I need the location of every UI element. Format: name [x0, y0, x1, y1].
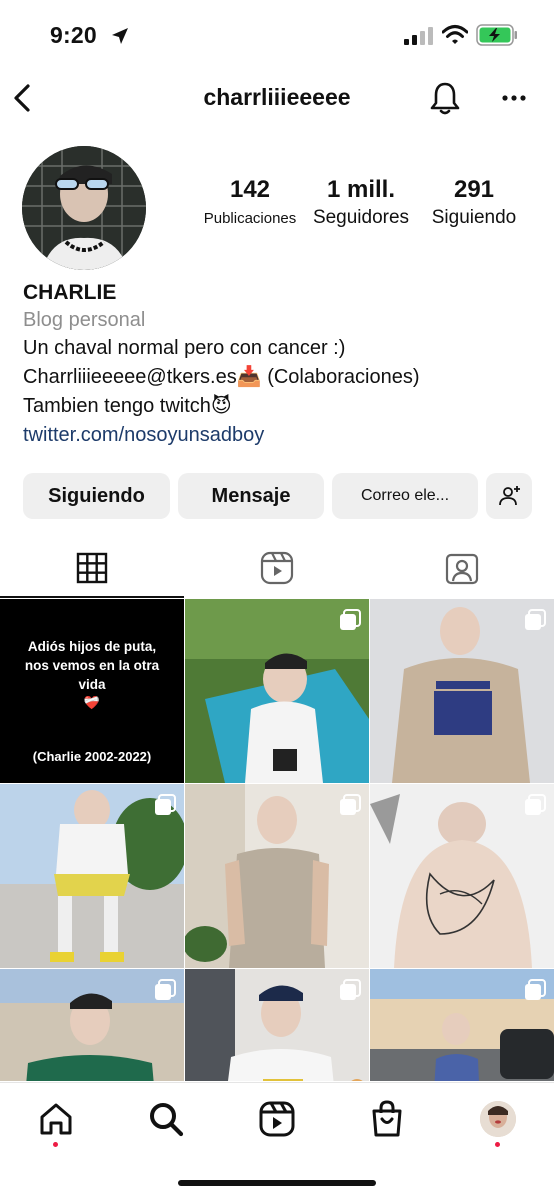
- tab-tagged[interactable]: [370, 538, 554, 598]
- multiple-photos-icon: [155, 794, 176, 815]
- profile-top-nav: charrliiieeeee: [0, 70, 554, 126]
- status-bar: 9:20: [0, 0, 554, 70]
- home-icon[interactable]: [36, 1099, 76, 1139]
- bell-icon[interactable]: [428, 80, 462, 116]
- grid-post-3[interactable]: [370, 599, 554, 783]
- multiple-photos-icon: [340, 979, 361, 1000]
- profile-display-name: CHARLIE: [23, 281, 117, 304]
- grid-icon: [76, 552, 108, 584]
- multiple-photos-icon: [525, 794, 546, 815]
- bio-line-2-suffix: (Colaboraciones): [267, 366, 420, 388]
- location-arrow-icon: [112, 28, 128, 44]
- grid-post-2[interactable]: [185, 599, 369, 783]
- reels-icon[interactable]: [257, 1099, 297, 1139]
- wifi-icon: [442, 25, 468, 44]
- tab-grid[interactable]: [0, 538, 184, 598]
- grid-post-7[interactable]: [0, 969, 184, 1081]
- stat-following-label: Siguiendo: [431, 207, 517, 228]
- multiple-photos-icon: [525, 979, 546, 1000]
- profile-bio: CHARLIE Blog personal Un chaval normal p…: [23, 280, 543, 450]
- grid-post-6[interactable]: [370, 784, 554, 968]
- multiple-photos-icon: [340, 609, 361, 630]
- reels-icon: [260, 551, 294, 585]
- stat-following[interactable]: 291 Siguiendo: [422, 176, 526, 229]
- profile-stats: 142 Publicaciones 1 mill. Seguidores 291…: [190, 176, 540, 246]
- post-1-text-line-2: nos vemos en la otra: [24, 658, 160, 673]
- grid-post-8[interactable]: [185, 969, 369, 1081]
- home-notification-dot: [53, 1142, 58, 1147]
- profile-tabs: [0, 538, 554, 598]
- avatar-photo: [22, 146, 146, 270]
- bio-email[interactable]: Charrliiieeeee@tkers.es: [23, 366, 237, 388]
- search-icon[interactable]: [146, 1099, 186, 1139]
- stat-posts-label: Publicaciones: [203, 210, 297, 227]
- self-avatar-photo: [480, 1101, 516, 1137]
- mending-heart-emoji: ❤️‍🩹: [83, 696, 101, 711]
- profile-username: charrliiieeeee: [203, 84, 351, 110]
- stat-followers-value: 1 mill.: [326, 176, 396, 203]
- bio-line-3-text: Tambien tengo twitch: [23, 395, 211, 417]
- bio-line-2: Charrliiieeeee@tkers.es📥 (Colaboraciones…: [23, 362, 543, 391]
- multiple-photos-icon: [340, 794, 361, 815]
- home-indicator[interactable]: [178, 1180, 376, 1186]
- post-1-footer: (Charlie 2002-2022): [32, 749, 152, 764]
- tab-reels[interactable]: [185, 538, 369, 598]
- post-1-text-line-3: vida: [78, 677, 106, 692]
- bio-link[interactable]: twitter.com/nosoyunsadboy: [23, 420, 543, 450]
- devil-emoji: 😈: [210, 393, 232, 417]
- profile-category: Blog personal: [23, 309, 146, 331]
- stat-posts[interactable]: 142 Publicaciones: [190, 176, 310, 227]
- grid-post-9[interactable]: [370, 969, 554, 1081]
- multiple-photos-icon: [155, 979, 176, 1000]
- multiple-photos-icon: [525, 609, 546, 630]
- message-button[interactable]: Mensaje: [178, 473, 324, 519]
- shop-bag-icon[interactable]: [367, 1099, 407, 1139]
- stat-following-value: 291: [453, 176, 495, 203]
- battery-charging-icon: [476, 24, 517, 46]
- profile-avatar-icon[interactable]: [480, 1101, 516, 1137]
- email-button[interactable]: Correo ele...: [332, 473, 478, 519]
- stat-followers[interactable]: 1 mill. Seguidores: [306, 176, 416, 229]
- grid-post-1[interactable]: Adiós hijos de puta, nos vemos en la otr…: [0, 599, 184, 783]
- bio-line-1: Un chaval normal pero con cancer :): [23, 337, 346, 359]
- stat-posts-value: 142: [229, 176, 271, 203]
- grid-post-4[interactable]: [0, 784, 184, 968]
- add-person-icon: [499, 486, 520, 506]
- add-person-button[interactable]: [486, 473, 532, 519]
- posts-grid: Adiós hijos de puta, nos vemos en la otr…: [0, 599, 554, 1081]
- profile-avatar[interactable]: [22, 146, 146, 270]
- grid-post-5[interactable]: [185, 784, 369, 968]
- more-dots-icon[interactable]: [498, 85, 530, 111]
- inbox-tray-emoji: 📥: [236, 364, 262, 388]
- post-1-text-line-1: Adiós hijos de puta,: [27, 639, 157, 654]
- cellular-signal-icon: [404, 27, 433, 45]
- bio-line-3: Tambien tengo twitch😈: [23, 391, 543, 420]
- tagged-person-icon: [445, 553, 479, 585]
- profile-notification-dot: [495, 1142, 500, 1147]
- post-1-text: Adiós hijos de puta, nos vemos en la otr…: [0, 637, 184, 694]
- following-button[interactable]: Siguiendo: [23, 473, 170, 519]
- status-time: 9:20: [50, 22, 97, 48]
- stat-followers-label: Seguidores: [312, 207, 410, 228]
